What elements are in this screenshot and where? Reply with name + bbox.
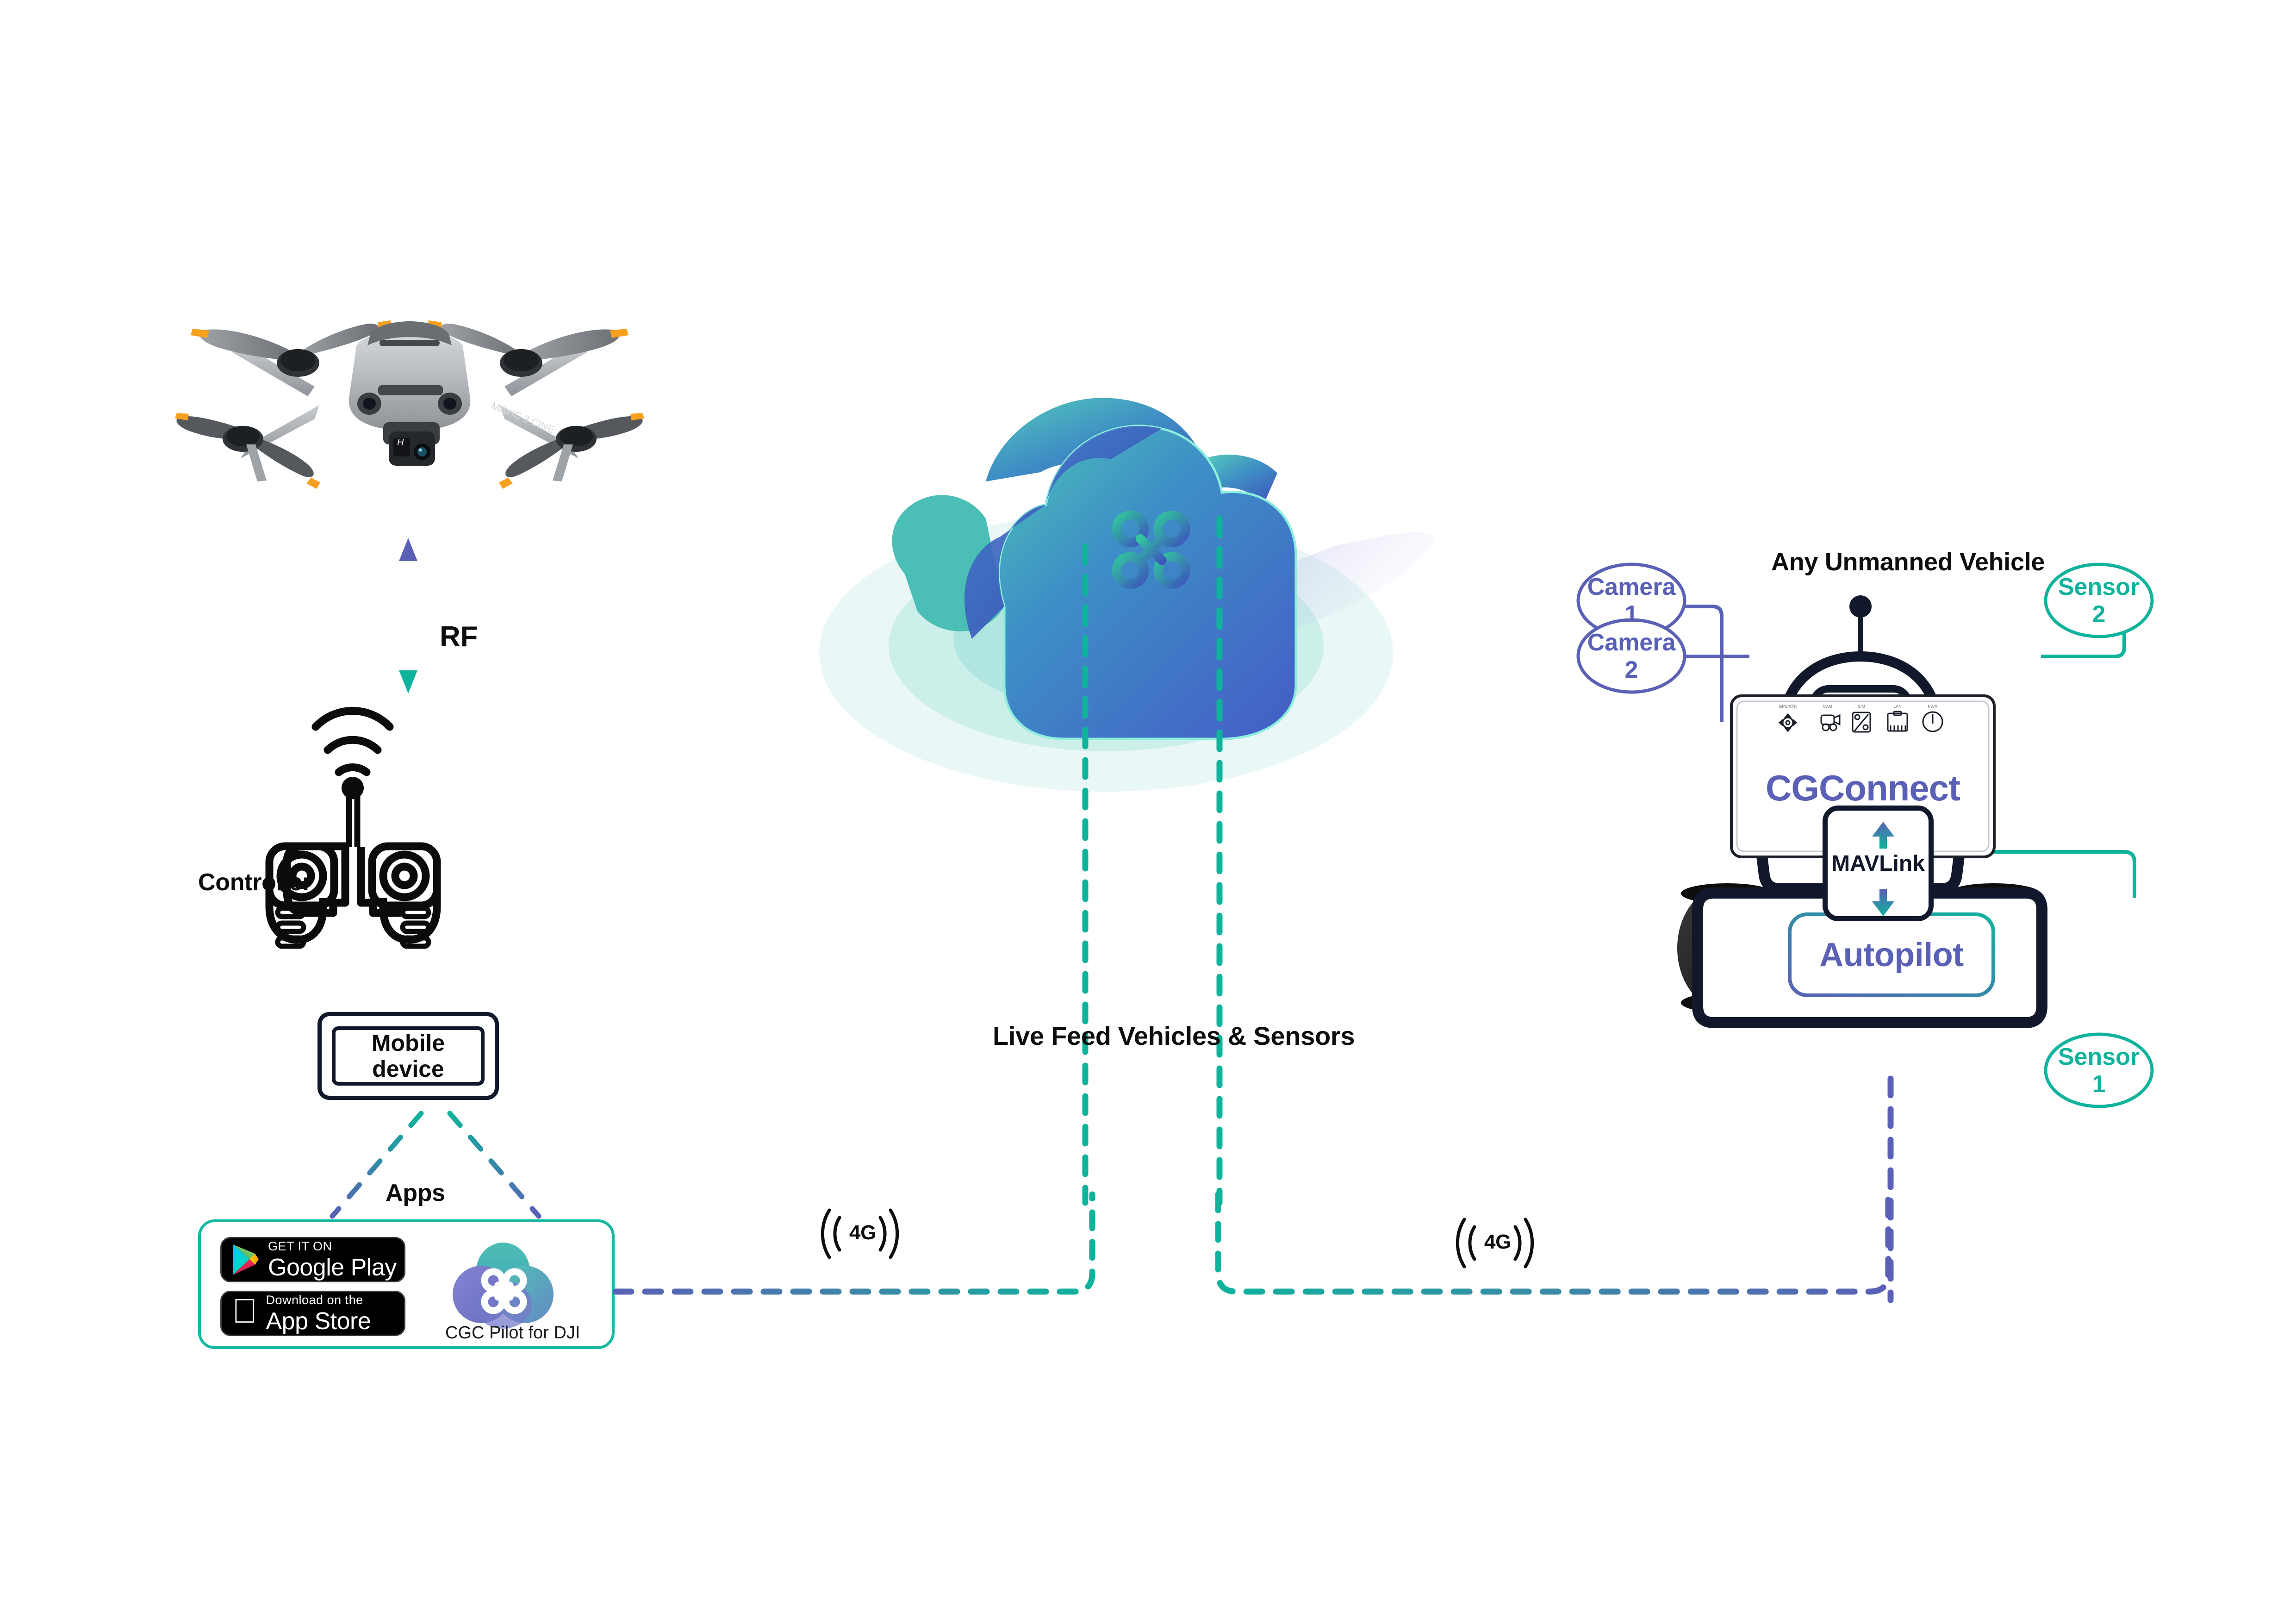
controller-label: Controller — [198, 869, 312, 896]
apps-label: Apps — [386, 1180, 445, 1206]
app-store-badge-title: App Store — [240, 1307, 371, 1335]
controller-mobile-link — [403, 939, 417, 1014]
sensor-2-label-line1: Sensor — [2058, 574, 2140, 601]
google-play-badge-title: Google Play — [268, 1254, 397, 1281]
cloud-downlink-right — [1213, 515, 1226, 1206]
svg-text:LAN: LAN — [1893, 704, 1902, 709]
camera-2-node[interactable]: Camera 2 — [1576, 618, 1687, 694]
diagram-canvas: MAVIC 3 CINE H RF Controller Mobile devi… — [0, 0, 2296, 1624]
rf-link-arrow — [380, 528, 444, 704]
drone-illustration: MAVIC 3 CINE H — [175, 306, 644, 500]
sensor-2-label-line2: 2 — [2092, 600, 2106, 628]
svg-text:GPS/RTK: GPS/RTK — [1779, 704, 1797, 709]
mavlink-box[interactable]: MAVLink — [1823, 806, 1934, 921]
sensor-1-label: Sensor 1 — [2058, 1043, 2140, 1097]
camera-1-label: Camera 1 — [1587, 574, 1676, 627]
mobile-device-box[interactable]: Mobile device — [317, 1012, 499, 1100]
mavlink-label: MAVLink — [1831, 851, 1925, 876]
mobile-device-label-line1: Mobile — [371, 1030, 445, 1056]
google-play-badge[interactable]: GET IT ON Google Play — [220, 1237, 405, 1282]
camera-1-node[interactable]: Camera 1 — [1576, 562, 1687, 639]
apps-box: GET IT ON Google Play  Download on the … — [198, 1219, 615, 1349]
cloud-downlink-left — [1078, 543, 1092, 1206]
camera-1-label-line2: 1 — [1624, 600, 1638, 628]
sensor-1-label-line1: Sensor — [2058, 1043, 2140, 1071]
rover-uplink — [1884, 1075, 1898, 1303]
sensor-1-label-line2: 1 — [2092, 1070, 2106, 1098]
camera-2-label-line2: 2 — [1624, 656, 1638, 683]
mobile-device-label: Mobile device — [372, 1030, 445, 1082]
any-unmanned-vehicle-label: Any Unmanned Vehicle — [1771, 548, 2045, 576]
sensor-2-node[interactable]: Sensor 2 — [2043, 562, 2154, 639]
sensor-2-label: Sensor 2 — [2058, 574, 2140, 627]
svg-text:SIM: SIM — [1858, 704, 1865, 709]
svg-text:H: H — [397, 437, 404, 448]
svg-text:MAVIC 3 CINE: MAVIC 3 CINE — [490, 400, 556, 436]
autopilot-label: Autopilot — [1819, 937, 1964, 974]
app-store-badge-subtitle: Download on the — [240, 1293, 363, 1307]
cgc-pilot-app-icon[interactable] — [445, 1240, 561, 1332]
mavlink-down-arrow — [1867, 888, 1900, 917]
camera-1-label-line1: Camera — [1587, 574, 1676, 601]
google-play-icon — [231, 1243, 260, 1276]
cgc-pilot-label: CGC Pilot for DJI — [445, 1323, 580, 1343]
apple-icon:  — [232, 1293, 258, 1328]
svg-text:CAM: CAM — [1823, 704, 1832, 709]
cloud-illustration — [787, 287, 1453, 833]
camera-2-label-line1: Camera — [1587, 629, 1676, 656]
network-badge-right-label: 4G — [1484, 1230, 1512, 1253]
sensor-1-node[interactable]: Sensor 1 — [2043, 1032, 2154, 1109]
cgconnect-label: CGConnect — [1766, 768, 1960, 808]
network-badge-left-label: 4G — [849, 1221, 877, 1244]
mobile-device-label-line2: device — [372, 1056, 444, 1082]
live-feed-label: Live Feed Vehicles & Sensors — [993, 1021, 1355, 1050]
controller-illustration — [259, 699, 454, 986]
svg-text:PWR: PWR — [1928, 704, 1938, 709]
mavlink-up-arrow — [1867, 821, 1900, 849]
google-play-badge-subtitle: GET IT ON — [268, 1239, 332, 1253]
rf-label: RF — [440, 621, 478, 653]
camera-2-label: Camera 2 — [1587, 629, 1676, 683]
app-store-badge[interactable]:  Download on the App Store — [220, 1291, 405, 1336]
right-4g-path — [1213, 1191, 1907, 1343]
